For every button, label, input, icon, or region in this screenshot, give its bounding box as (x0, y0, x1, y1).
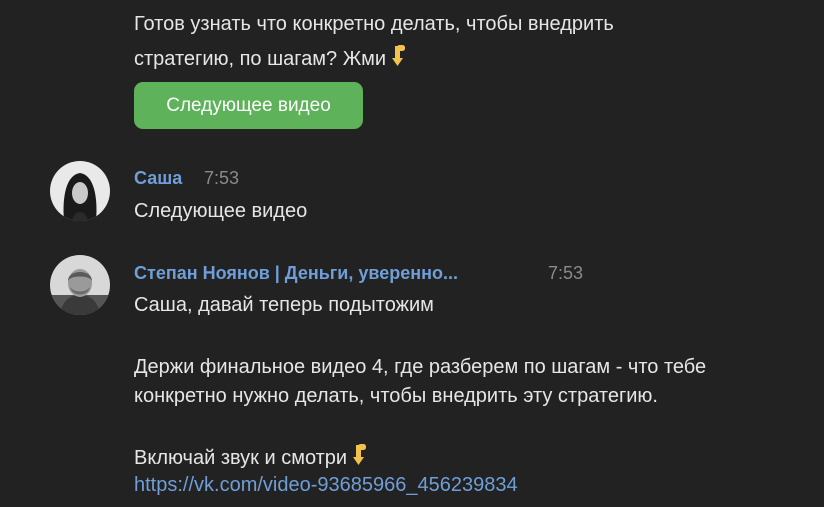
message-time: 7:53 (548, 263, 584, 283)
message-time: 7:53 (204, 168, 240, 188)
message-text-line: конкретно нужно делать, чтобы внедрить э… (134, 385, 658, 407)
message-text-line: Держи финальное видео 4, где разберем по… (134, 356, 707, 378)
point-down-icon (350, 443, 370, 473)
message-author[interactable]: Саша (134, 167, 182, 189)
message-text-line: стратегию, по шагам? Жми (134, 44, 409, 74)
message-text-line: Саша, давай теперь подытожим (134, 294, 434, 316)
message-text-line: Включай звук и смотри (134, 443, 370, 473)
message-text-line: Готов узнать что конкретно делать, чтобы… (134, 13, 614, 35)
avatar[interactable] (50, 161, 110, 221)
message-author[interactable]: Степан Ноянов | Деньги, уверенно... (134, 262, 458, 284)
chat-history: Готов узнать что конкретно делать, чтобы… (0, 0, 824, 507)
message-text-line: Следующее видео (134, 200, 308, 222)
avatar[interactable] (50, 255, 110, 315)
video-link[interactable]: https://vk.com/video-93685966_456239834 (134, 473, 518, 497)
next-video-button[interactable]: Следующее видео (134, 82, 363, 129)
point-down-icon (389, 44, 409, 74)
